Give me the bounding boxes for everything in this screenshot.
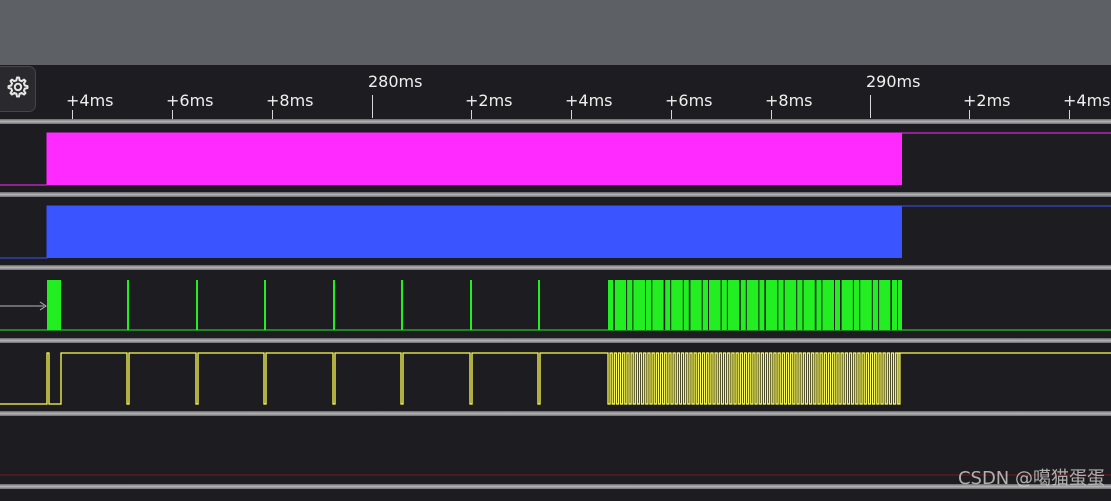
settings-button[interactable] xyxy=(0,66,36,112)
green-channel-lane[interactable] xyxy=(0,270,1111,338)
ruler-tick-label: +6ms xyxy=(166,91,214,110)
watermark: CSDN @噶猫蛋蛋 xyxy=(957,468,1105,489)
green-waveform xyxy=(0,280,1111,331)
green-pulse xyxy=(47,280,61,330)
magenta-waveform xyxy=(0,132,1111,186)
ruler-tick-label: +8ms xyxy=(266,91,314,110)
title-bar xyxy=(0,0,1111,65)
ruler-tick-label: +4ms xyxy=(1063,91,1111,110)
ruler-tick-label: +2ms xyxy=(465,91,513,110)
blue-channel-lane[interactable] xyxy=(0,197,1111,265)
empty-waveform xyxy=(0,474,1111,476)
ruler-tick-mark xyxy=(870,95,871,118)
ruler-tick-label: +8ms xyxy=(765,91,813,110)
blue-waveform xyxy=(0,205,1111,259)
ruler-tick-label: +6ms xyxy=(665,91,713,110)
yellow-channel-lane[interactable] xyxy=(0,343,1111,411)
magenta-channel-lane[interactable] xyxy=(0,124,1111,192)
ruler-tick-label: +4ms xyxy=(66,91,114,110)
ruler-tick-label: 280ms xyxy=(368,72,423,91)
gear-icon xyxy=(4,74,30,104)
lane-separator xyxy=(0,484,1111,489)
ruler-tick-label: +2ms xyxy=(963,91,1011,110)
yellow-waveform xyxy=(0,352,1111,405)
logic-analyzer-view: +4ms +6ms +8ms 280ms +2ms +4ms +6ms +8ms 290ms +2… xyxy=(0,0,1111,501)
ruler-tick-label: +4ms xyxy=(565,91,613,110)
empty-channel-lane[interactable] xyxy=(0,416,1111,484)
ruler-tick-label: 290ms xyxy=(866,72,921,91)
ruler-tick-mark xyxy=(372,95,373,118)
